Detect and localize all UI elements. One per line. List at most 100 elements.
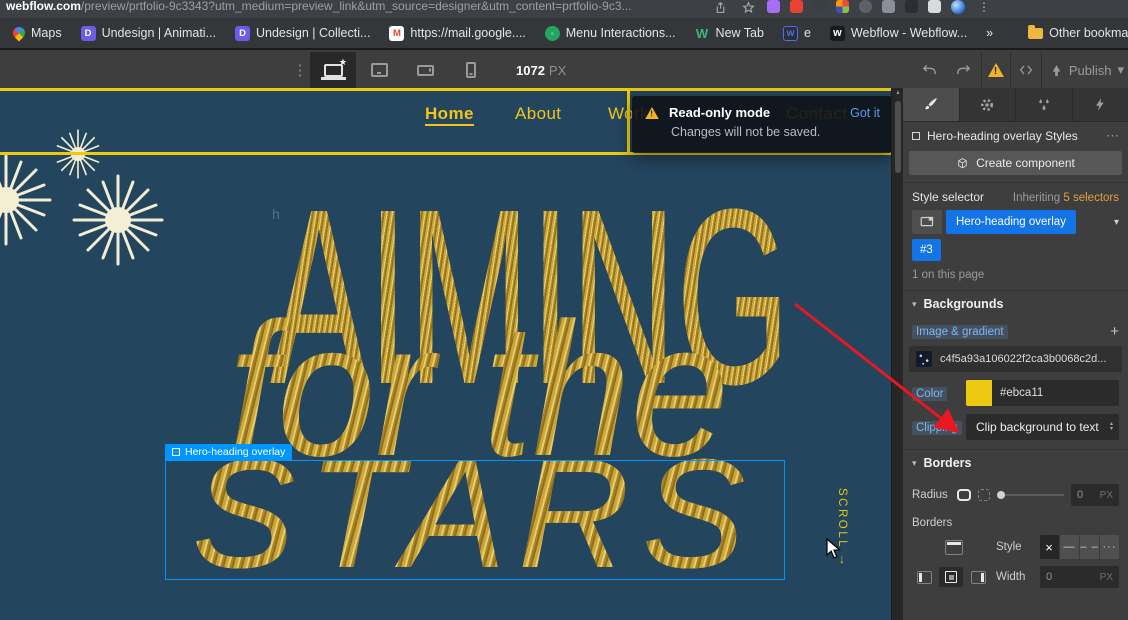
extension-light-icon[interactable]: [928, 0, 941, 13]
breakpoint-desktop-button[interactable]: ★: [310, 52, 356, 88]
image-gradient-label[interactable]: Image & gradient: [912, 324, 1008, 339]
tab-actions[interactable]: [1073, 88, 1128, 121]
gear-icon: [981, 98, 994, 111]
selector-chevron-icon[interactable]: ▾: [1114, 217, 1119, 228]
radius-slider[interactable]: [997, 491, 1064, 499]
canvas-scrollbar[interactable]: ▲: [891, 88, 903, 620]
borders-group-label: Borders: [912, 517, 953, 529]
scroll-label: SCROLL: [836, 488, 848, 550]
selected-element-header: Hero-heading overlay Styles ⋯: [903, 122, 1128, 150]
more-bookmarks-chevron[interactable]: »: [981, 24, 998, 42]
url-domain: webflow.com: [6, 0, 81, 13]
border-style-solid-button[interactable]: —: [1060, 535, 1080, 559]
breakpoint-indicator-button[interactable]: [912, 210, 942, 234]
profile-avatar[interactable]: [951, 0, 965, 14]
bookmark-undesign-animations[interactable]: D Undesign | Animati...: [76, 24, 221, 43]
clipping-select[interactable]: Clip background to text ▴ ▾: [966, 414, 1119, 440]
border-style-dashed-button[interactable]: – –: [1080, 535, 1100, 559]
extension-gray-icon[interactable]: [813, 0, 826, 13]
designer-toolbar: ⋮ ★ 1072 PX ! Publish ▾: [0, 52, 1128, 88]
other-bookmarks[interactable]: Other bookmarks: [1023, 24, 1128, 42]
breakpoint-mobile-landscape-button[interactable]: [402, 52, 448, 88]
clipping-label[interactable]: Clipping: [912, 421, 962, 435]
create-component-button[interactable]: Create component: [909, 151, 1122, 175]
tab-settings[interactable]: [960, 88, 1016, 121]
state-badge[interactable]: #3: [912, 239, 941, 261]
slider-handle[interactable]: [997, 491, 1005, 499]
share-icon[interactable]: [712, 0, 728, 14]
radius-all-corners-icon[interactable]: [957, 489, 971, 501]
border-left-side-icon[interactable]: [912, 567, 936, 587]
border-style-dotted-button[interactable]: ···: [1100, 535, 1119, 559]
border-top-side-icon[interactable]: [945, 539, 963, 555]
add-background-icon[interactable]: +: [1110, 323, 1119, 340]
extension-pinwheel-icon[interactable]: [836, 0, 849, 13]
section-chevron-icon: ▾: [912, 457, 917, 468]
undesign-icon: D: [80, 25, 96, 41]
color-swatch[interactable]: [966, 380, 992, 406]
undo-button[interactable]: [913, 52, 947, 88]
color-label[interactable]: Color: [912, 387, 948, 401]
bookmark-e[interactable]: we: [778, 24, 816, 43]
scrollbar-thumb[interactable]: [895, 101, 901, 173]
style-selector-header: Style selector Inheriting 5 selectors: [903, 182, 1128, 207]
toolbar-right-cluster: ! Publish ▾: [913, 52, 1128, 88]
bookmark-webflow[interactable]: w Webflow - Webflow...: [825, 24, 972, 43]
breakpoint-tablet-button[interactable]: [356, 52, 402, 88]
panel-tabs: [903, 88, 1128, 122]
clipping-value: Clip background to text: [976, 420, 1099, 434]
selected-element-outline[interactable]: [165, 460, 785, 580]
border-all-sides-icon[interactable]: [939, 567, 963, 587]
screen: { "browser": { "url_domain": "webflow.co…: [0, 0, 1128, 620]
selected-element-label[interactable]: Hero-heading overlay: [165, 444, 293, 460]
design-canvas[interactable]: Home About Work Contact h AIMING for the…: [0, 88, 891, 620]
border-right-side-icon[interactable]: [966, 567, 990, 587]
desktop-edit-icon: [920, 216, 933, 226]
folder-icon: [1028, 24, 1044, 39]
select-stepper-icon: ▴ ▾: [1109, 421, 1113, 432]
address-url[interactable]: webflow.com/preview/prtfolio-9c3343?utm_…: [6, 0, 706, 13]
warning-status[interactable]: !: [980, 52, 1010, 88]
bookmark-star-icon[interactable]: [740, 0, 756, 14]
extension-dark-icon[interactable]: [905, 0, 918, 13]
export-code-button[interactable]: [1009, 52, 1041, 88]
webflow-dark-icon: w: [829, 25, 845, 41]
brush-icon: [925, 98, 938, 110]
browser-menu-icon[interactable]: ⋮: [976, 0, 992, 14]
background-image-item[interactable]: c4f5a93a106022f2ca3b0068c2d...: [909, 346, 1122, 372]
radius-value-field[interactable]: 0 PX: [1071, 484, 1119, 506]
radius-individual-corners-icon[interactable]: [978, 489, 990, 501]
borders-section-header[interactable]: ▾ Borders: [903, 449, 1128, 476]
nav-link-about[interactable]: About: [515, 104, 561, 124]
publish-button[interactable]: Publish ▾: [1040, 52, 1128, 88]
extension-red-icon[interactable]: [790, 0, 803, 13]
bookmark-maps[interactable]: Maps: [8, 24, 67, 42]
border-style-none-button[interactable]: ×: [1040, 535, 1060, 559]
border-width-field[interactable]: 0 PX: [1040, 566, 1119, 588]
backgrounds-section-header[interactable]: ▾ Backgrounds: [903, 290, 1128, 317]
breakpoint-width-value[interactable]: 1072 PX: [516, 63, 566, 78]
toolbar-menu-icon[interactable]: ⋮: [290, 61, 310, 79]
redo-button[interactable]: [947, 52, 981, 88]
bookmark-undesign-collections[interactable]: D Undesign | Collecti...: [230, 24, 375, 43]
breakpoint-mobile-portrait-button[interactable]: [448, 52, 494, 88]
bookmark-menu-interactions[interactable]: ◦ Menu Interactions...: [540, 24, 681, 43]
element-styles-title: Hero-heading overlay Styles: [927, 129, 1078, 143]
nav-link-home[interactable]: Home: [425, 104, 474, 126]
scroll-indicator: SCROLL ↓: [836, 488, 848, 566]
inheriting-info[interactable]: Inheriting 5 selectors: [1013, 192, 1119, 204]
bookmark-new-tab[interactable]: W New Tab: [690, 24, 769, 43]
element-overflow-menu-icon[interactable]: ⋯: [1106, 128, 1119, 144]
bookmark-gmail[interactable]: Mhttps://mail.google....: [384, 24, 530, 43]
color-field[interactable]: #ebca11: [966, 380, 1119, 406]
extension-circle-icon[interactable]: [859, 0, 872, 13]
slider-track: [1005, 494, 1064, 496]
breakpoint-star-icon: ★: [338, 57, 347, 67]
extension-puzzle-icon[interactable]: [882, 0, 895, 13]
tab-style[interactable]: [903, 88, 960, 121]
class-pill[interactable]: Hero-heading overlay: [946, 210, 1076, 234]
extension-purple-icon[interactable]: [767, 0, 780, 13]
toast-got-it-link[interactable]: Got it: [850, 106, 880, 120]
background-color-row: Color #ebca11: [903, 372, 1128, 406]
tab-interactions[interactable]: [1016, 88, 1073, 121]
